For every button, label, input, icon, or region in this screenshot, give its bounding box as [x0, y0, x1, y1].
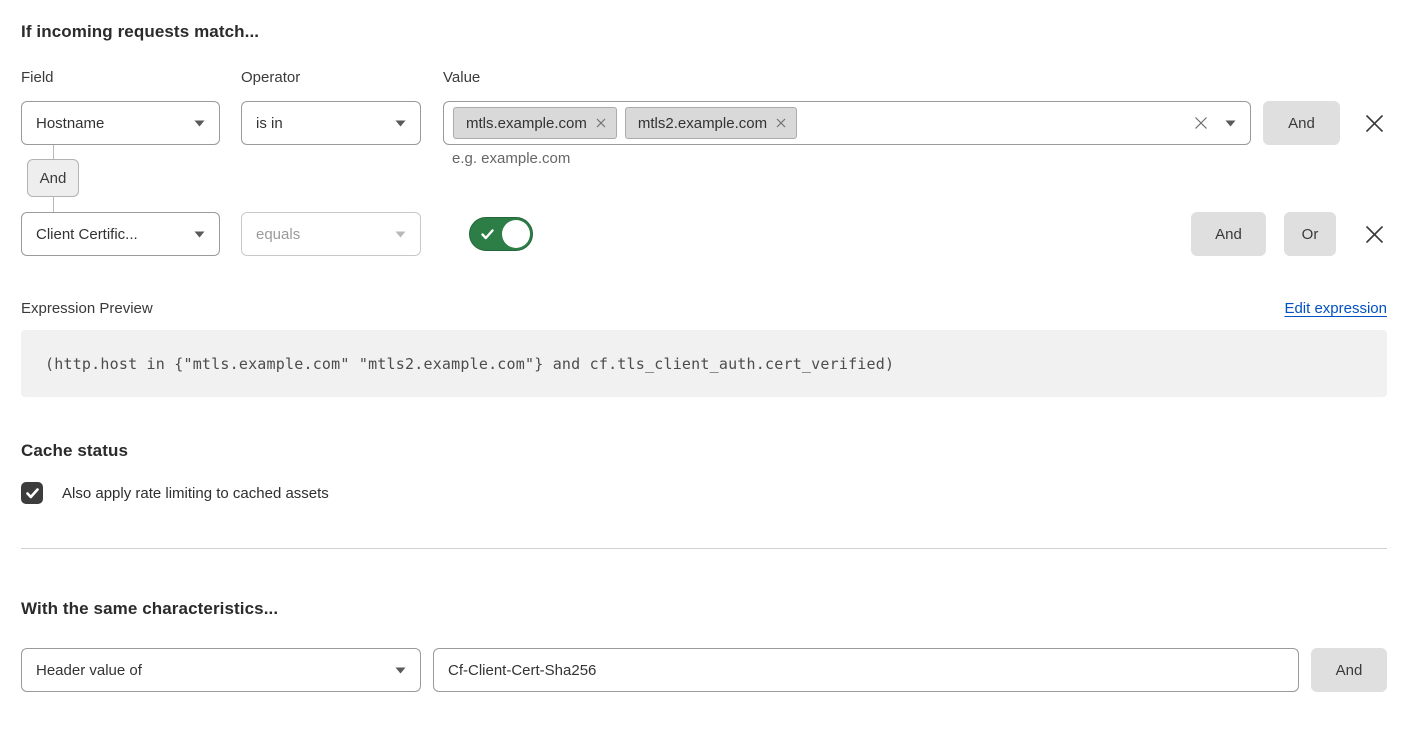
check-icon	[481, 229, 494, 240]
operator-select-row1[interactable]: is in	[241, 101, 421, 145]
value-multiselect-row1[interactable]: mtls.example.com mtls2.example.com	[443, 101, 1251, 145]
rule-builder: If incoming requests match... Field Oper…	[21, 22, 1387, 692]
toggle-knob	[502, 220, 530, 248]
check-icon	[26, 488, 39, 499]
expression-preview-label: Expression Preview	[21, 300, 153, 317]
cache-checkbox-label: Also apply rate limiting to cached asset…	[62, 485, 329, 502]
remove-row-icon[interactable]	[1364, 224, 1385, 245]
expression-preview-header: Expression Preview Edit expression	[21, 300, 1387, 317]
characteristics-title: With the same characteristics...	[21, 599, 1387, 619]
operator-select-row2-value: equals	[256, 226, 300, 243]
chevron-down-icon[interactable]	[1225, 120, 1236, 127]
field-select-row1-value: Hostname	[36, 115, 104, 132]
clear-values-icon[interactable]	[1194, 116, 1208, 130]
row-connector: And	[27, 159, 79, 197]
characteristic-select[interactable]: Header value of	[21, 648, 421, 692]
multiselect-controls	[1194, 116, 1236, 130]
chevron-down-icon	[395, 667, 406, 674]
field-select-row2[interactable]: Client Certific...	[21, 212, 220, 256]
chevron-down-icon	[194, 231, 205, 238]
remove-row-icon[interactable]	[1364, 113, 1385, 134]
match-row-1: Hostname is in mtls.example.com mtls2.ex…	[21, 101, 1387, 145]
chevron-down-icon	[194, 120, 205, 127]
value-tag-text: mtls2.example.com	[638, 115, 767, 132]
field-select-row2-value: Client Certific...	[36, 226, 138, 243]
value-tag-text: mtls.example.com	[466, 115, 587, 132]
tag-remove-icon[interactable]	[776, 118, 786, 128]
value-column-label: Value	[443, 69, 480, 86]
section-divider	[21, 548, 1387, 549]
match-row-2: Client Certific... equals And Or	[21, 212, 1387, 256]
characteristics-row: Header value of And	[21, 648, 1387, 692]
header-name-input[interactable]	[433, 648, 1299, 692]
chevron-down-icon	[395, 231, 406, 238]
operator-select-row1-value: is in	[256, 115, 283, 132]
value-tag: mtls2.example.com	[625, 107, 797, 139]
edit-expression-link[interactable]: Edit expression	[1284, 300, 1387, 317]
value-tag: mtls.example.com	[453, 107, 617, 139]
tag-remove-icon[interactable]	[596, 118, 606, 128]
value-hint: e.g. example.com	[452, 150, 570, 167]
cache-status-title: Cache status	[21, 441, 1387, 461]
characteristics-and-button[interactable]: And	[1311, 648, 1387, 692]
and-button-row2[interactable]: And	[1191, 212, 1266, 256]
field-column-label: Field	[21, 69, 220, 86]
cache-checkbox[interactable]	[21, 482, 43, 504]
cache-checkbox-row: Also apply rate limiting to cached asset…	[21, 482, 1387, 504]
or-button-row2[interactable]: Or	[1284, 212, 1336, 256]
operator-column-label: Operator	[241, 69, 421, 86]
characteristic-select-value: Header value of	[36, 662, 142, 679]
connector-and-button[interactable]: And	[27, 159, 79, 197]
chevron-down-icon	[395, 120, 406, 127]
match-section-title: If incoming requests match...	[21, 22, 1387, 42]
expression-code-block: (http.host in {"mtls.example.com" "mtls2…	[21, 330, 1387, 397]
column-labels: Field Operator Value	[21, 69, 1387, 86]
cert-verified-toggle[interactable]	[469, 217, 533, 251]
operator-select-row2-disabled: equals	[241, 212, 421, 256]
field-select-row1[interactable]: Hostname	[21, 101, 220, 145]
and-button-row1[interactable]: And	[1263, 101, 1340, 145]
